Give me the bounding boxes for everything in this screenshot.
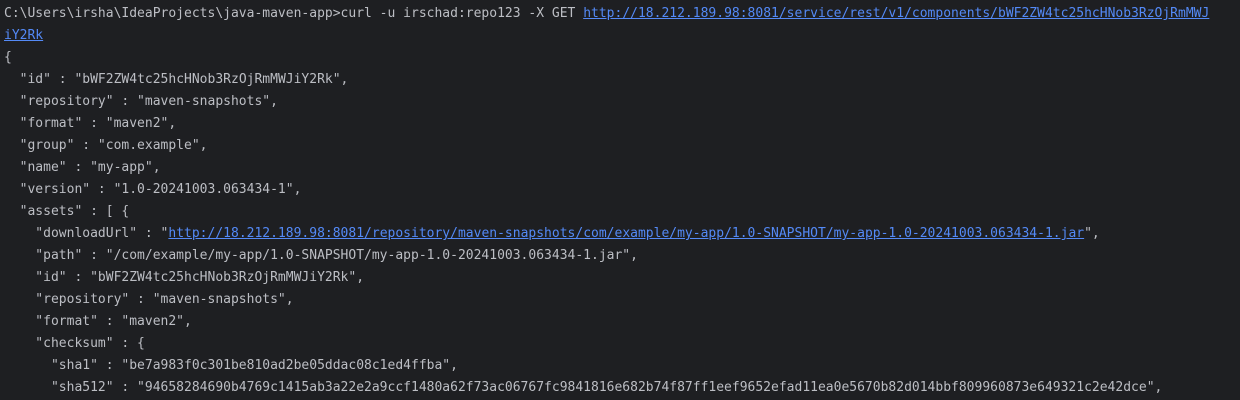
terminal-output[interactable]: C:\Users\irsha\IdeaProjects\java-maven-a… [0, 0, 1240, 400]
command-line: C:\Users\irsha\IdeaProjects\java-maven-a… [4, 3, 1209, 25]
json-group-line: "group" : "com.example", [4, 138, 208, 153]
json-version-line: "version" : "1.0-20241003.063434-1", [4, 182, 302, 197]
json-asset-id-line: "id" : "bWF2ZW4tc25hcHNob3RzOjRmMWJiY2Rk… [4, 270, 365, 285]
json-id-value: "bWF2ZW4tc25hcHNob3RzOjRmMWJiY2Rk", [74, 72, 349, 87]
json-assets-line: "assets" : [ { [4, 204, 130, 219]
json-id-key: "id" : [4, 72, 75, 87]
json-format-line: "format" : "maven2", [4, 116, 177, 131]
json-path-line: "path" : "/com/example/my-app/1.0-SNAPSH… [4, 248, 638, 263]
json-repository-line: "repository" : "maven-snapshots", [4, 94, 278, 109]
request-url-link[interactable]: http://18.212.189.98:8081/service/rest/v… [583, 6, 1209, 21]
json-asset-repository-line: "repository" : "maven-snapshots", [4, 292, 294, 307]
request-url-link-continued[interactable]: iY2Rk [4, 28, 43, 43]
json-download-url-line: "downloadUrl" : "http://18.212.189.98:80… [4, 223, 1100, 245]
json-checksum-line: "checksum" : { [4, 336, 145, 351]
json-id-line: "id" : "bWF2ZW4tc25hcHNob3RzOjRmMWJiY2Rk… [4, 69, 349, 91]
prompt-path: C:\Users\irsha\IdeaProjects\java-maven-a… [4, 6, 341, 21]
json-open-brace: { [4, 50, 12, 65]
json-download-url-key: "downloadUrl" : " [4, 226, 169, 241]
json-asset-format-line: "format" : "maven2", [4, 314, 192, 329]
download-url-link[interactable]: http://18.212.189.98:8081/repository/mav… [168, 226, 1084, 241]
curl-command: curl -u irschad:repo123 -X GET [340, 6, 584, 21]
json-sha512-line: "sha512" : "94658284690b4769c1415ab3a22e… [4, 380, 1163, 395]
command-line-wrap: iY2Rk [4, 25, 43, 47]
json-name-line: "name" : "my-app", [4, 160, 161, 175]
json-download-url-suffix: ", [1084, 226, 1100, 241]
json-sha1-line: "sha1" : "be7a983f0c301be810ad2be05ddac0… [4, 358, 458, 373]
